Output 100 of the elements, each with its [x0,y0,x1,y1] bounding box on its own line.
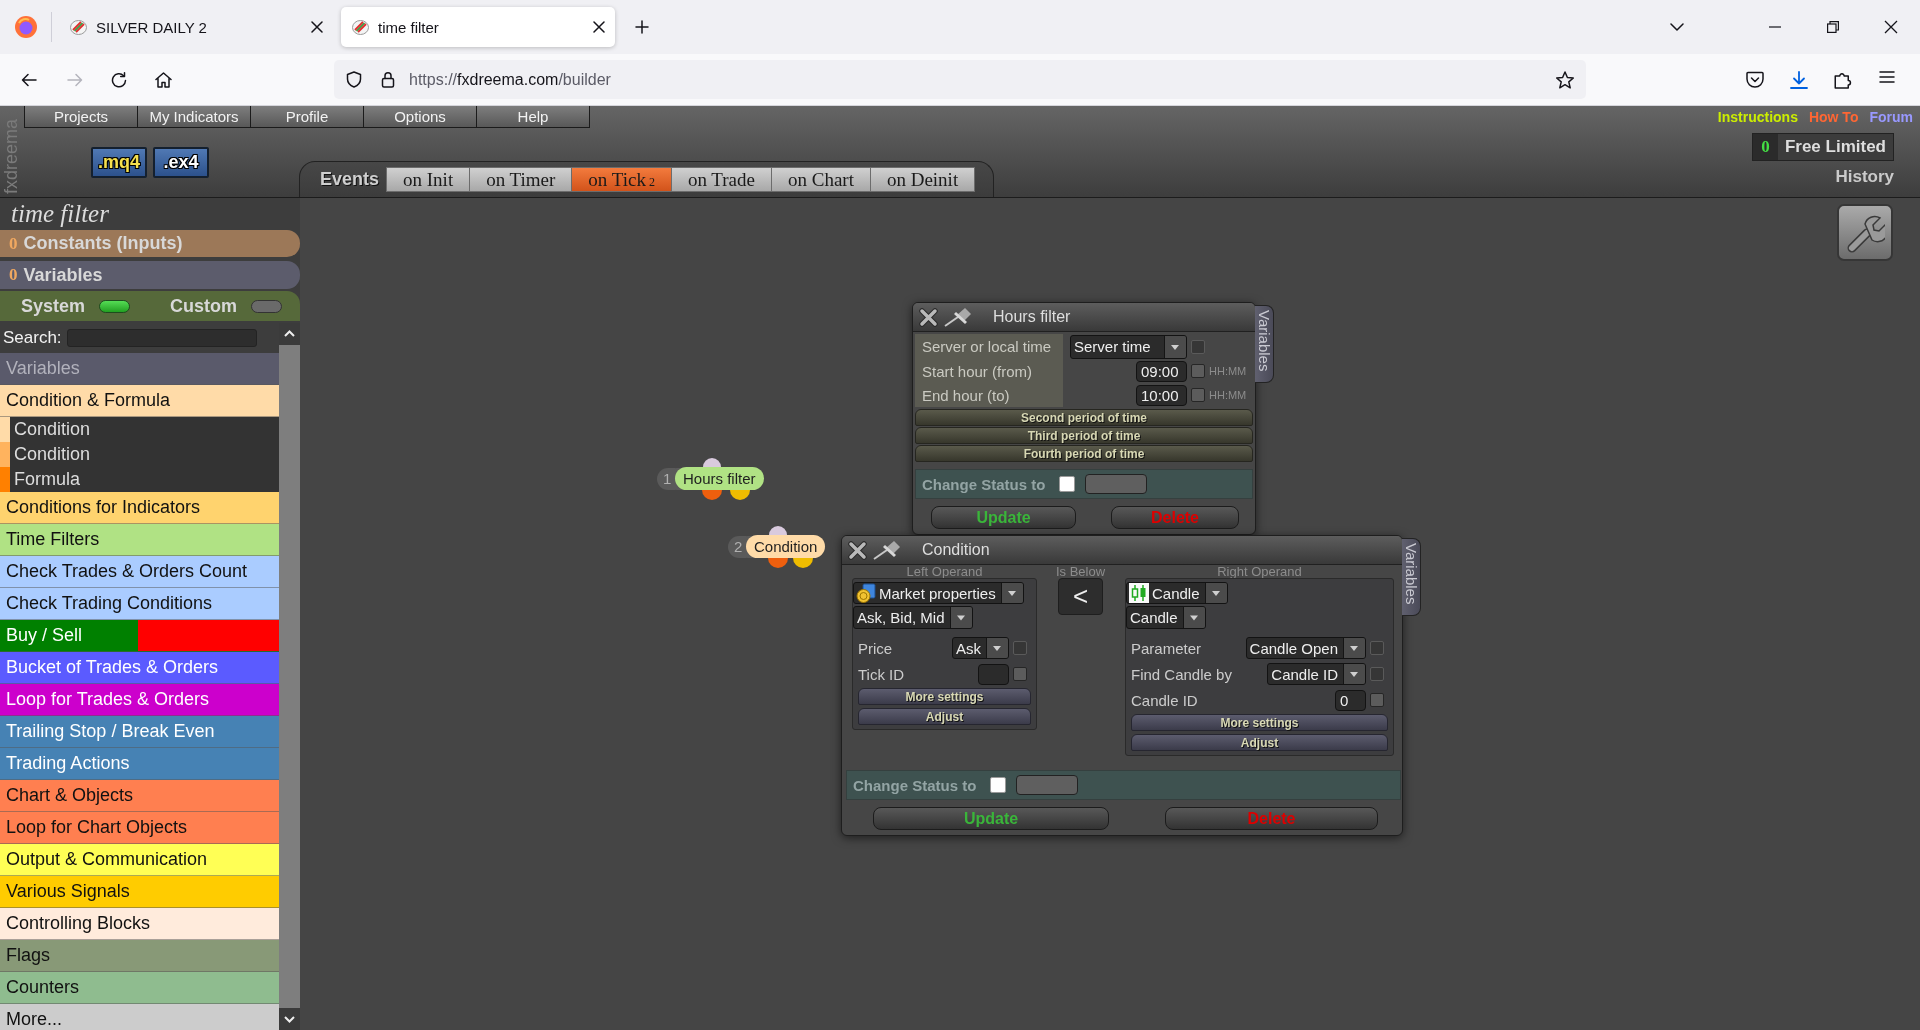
dropdown[interactable]: Candle Open [1245,637,1366,659]
menu-item[interactable]: Options [363,106,477,128]
checkbox[interactable] [990,777,1007,793]
text-field[interactable]: 10:00 [1136,384,1187,406]
event-tab[interactable]: on Tick$_{2}$ [571,167,672,192]
category-item[interactable]: Counters [0,972,279,1004]
section-bar[interactable]: More settings [1131,714,1388,731]
caret-icon[interactable] [1164,335,1186,358]
restore-icon[interactable] [1827,21,1839,33]
download-button[interactable]: .mq4 [91,147,147,178]
category-item[interactable]: Loop for Trades & Orders [0,684,279,716]
lock-icon[interactable] [381,71,395,88]
category-item[interactable]: Check Trades & Orders Count [0,556,279,588]
event-tab[interactable]: on Chart [770,167,871,192]
scrollbar[interactable] [279,323,300,1030]
category-item[interactable]: Controlling Blocks [0,908,279,940]
dropdown[interactable]: Candle ID [1267,663,1366,685]
header-link[interactable]: Instructions [1717,109,1798,125]
section-bar[interactable]: More settings [858,688,1031,705]
flow-node[interactable]: Condition [746,535,826,558]
status-field[interactable] [1016,775,1079,795]
checkbox[interactable] [1059,476,1076,492]
pin-icon[interactable] [873,540,901,560]
caret-icon[interactable] [1204,583,1227,603]
scroll-down-icon[interactable] [279,1008,300,1030]
event-tab[interactable]: on Timer [469,167,573,192]
menu-icon[interactable] [1879,70,1895,83]
category-item[interactable]: Conditions for Indicators [0,492,279,524]
plus-icon[interactable] [635,20,649,34]
section-bar[interactable]: Adjust [1131,734,1388,751]
caret-icon[interactable] [1343,664,1365,684]
category-item[interactable]: More... [0,1004,279,1030]
url-field[interactable]: https://fxdreema.com/builder [334,60,1586,99]
download-icon[interactable] [1790,70,1808,89]
browser-logo-icon[interactable] [14,16,37,38]
checkbox[interactable] [1191,388,1205,402]
download-button[interactable]: .ex4 [153,147,209,178]
puzzle-icon[interactable] [1834,70,1852,89]
update-button[interactable]: Update [873,807,1109,830]
side-tab[interactable]: Variables [1402,538,1421,616]
close-icon[interactable] [848,540,867,560]
dropdown[interactable]: Candle [1126,582,1228,604]
tools-button[interactable] [1837,204,1893,261]
reload-icon[interactable] [111,71,127,88]
checkbox[interactable] [1370,693,1384,707]
category-item[interactable]: Buy / Sell [0,620,279,652]
menu-item[interactable]: My Indicators [137,106,251,128]
dropdown[interactable]: Ask [952,637,1009,659]
caret-icon[interactable] [1182,607,1205,628]
block-item[interactable]: Formula [0,467,279,492]
back-icon[interactable] [21,72,37,87]
menu-item[interactable]: Profile [250,106,364,128]
text-field[interactable]: 0 [1335,689,1366,711]
chevron-down-icon[interactable] [1670,23,1684,31]
menu-item[interactable]: Help [476,106,590,128]
category-item[interactable]: Chart & Objects [0,780,279,812]
category-item[interactable]: Trading Actions [0,748,279,780]
dropdown[interactable]: Ask, Bid, Mid [853,606,973,629]
text-field[interactable] [978,663,1009,685]
category-item[interactable]: Various Signals [0,876,279,908]
close-icon[interactable] [919,307,938,327]
category-item[interactable]: Trailing Stop / Break Even [0,716,279,748]
category-item[interactable]: Flags [0,940,279,972]
category-item[interactable]: Loop for Chart Objects [0,812,279,844]
operator-button[interactable]: < [1058,578,1103,615]
event-tab[interactable]: on Deinit [869,167,976,192]
pin-icon[interactable] [944,307,972,327]
home-icon[interactable] [154,71,172,88]
event-tab[interactable]: on Init [386,167,471,192]
side-tab[interactable]: Variables [1255,305,1274,383]
section-bar[interactable]: Adjust [858,708,1031,725]
close-icon[interactable] [1884,20,1898,34]
dropdown[interactable]: Candle [1126,606,1206,629]
category-item[interactable]: Condition & Formula [0,385,279,417]
section-bar[interactable]: 0 Variables [0,261,300,289]
plan-label[interactable]: Free Limited [1777,134,1893,160]
history-link[interactable]: History [1835,167,1894,187]
pocket-icon[interactable] [1746,70,1764,88]
block-item[interactable]: Condition [0,417,279,442]
flow-node[interactable]: Hours filter [675,467,764,490]
caret-icon[interactable] [1343,638,1365,658]
scroll-up-icon[interactable] [279,323,300,345]
search-field[interactable] [66,329,257,347]
block-item[interactable]: Condition [0,442,279,467]
checkbox[interactable] [1191,364,1205,378]
toggle-switch[interactable] [251,299,283,313]
dropdown[interactable]: Market properties [853,582,1024,604]
browser-tab[interactable]: SILVER DAILY 2 [59,7,333,47]
event-tab[interactable]: on Trade [670,167,772,192]
close-icon[interactable] [311,21,323,33]
close-icon[interactable] [593,21,605,33]
text-field[interactable]: 09:00 [1136,360,1187,382]
status-field[interactable] [1085,474,1148,494]
category-item[interactable]: Check Trading Conditions [0,588,279,620]
section-bar[interactable]: Second period of time [915,409,1253,426]
checkbox[interactable] [1013,667,1027,681]
dropdown[interactable]: Server time [1070,334,1187,359]
caret-icon[interactable] [986,638,1008,658]
caret-icon[interactable] [1000,583,1023,603]
section-bar[interactable]: Third period of time [915,427,1253,444]
